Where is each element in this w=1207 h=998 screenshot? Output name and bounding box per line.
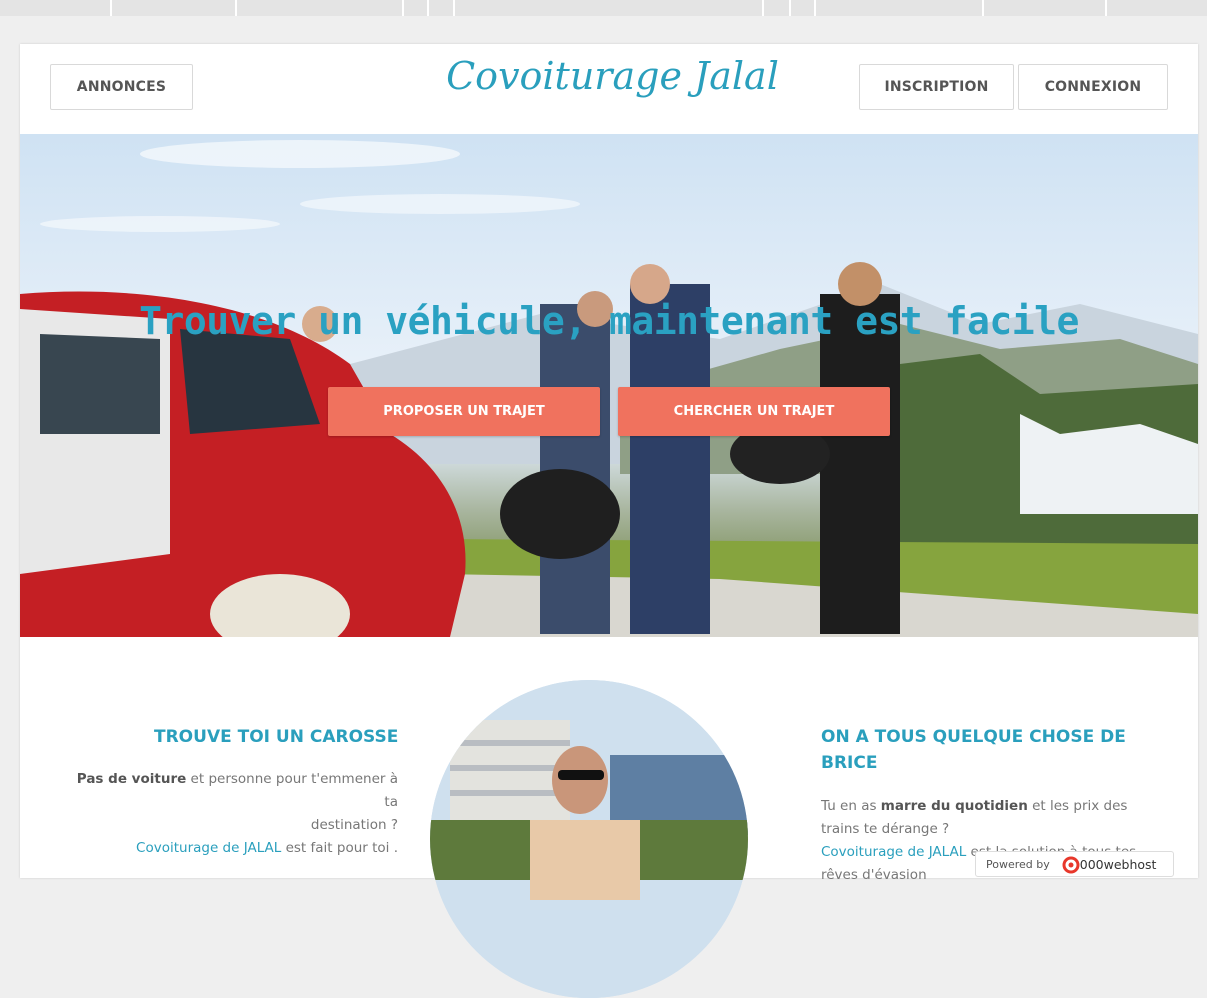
right-text-line2: trains te dérange ? (821, 821, 950, 837)
proposer-trajet-button[interactable]: PROPOSER UN TRAJET (328, 387, 600, 436)
webhost-name: 000webhost (1079, 856, 1157, 872)
left-text-line2: destination ? (310, 817, 398, 833)
powered-by-text: Powered by (986, 857, 1050, 871)
hero-banner: Trouver un véhicule, maintenant est faci… (20, 134, 1198, 637)
powered-by-badge[interactable]: Powered by 000webhost (975, 851, 1174, 877)
right-bold-phrase: marre du quotidien (880, 798, 1028, 814)
hero-title: Trouver un véhicule, maintenant est faci… (139, 299, 1079, 343)
right-text-pre: Tu en as (821, 798, 881, 814)
left-section-text: Pas de voiture et personne pour t'emmene… (60, 768, 398, 860)
left-covoiturage-link[interactable]: Covoiturage de JALAL (136, 840, 281, 856)
hero-photo (20, 140, 1198, 637)
profile-photo (430, 680, 748, 998)
right-title-line2: BRICE (821, 753, 878, 773)
right-text-line1: et les prix des (1027, 798, 1128, 814)
right-section-title: ON A TOUS QUELQUE CHOSE DE BRICE (821, 724, 1126, 776)
right-covoiturage-link[interactable]: Covoiturage de JALAL (821, 844, 966, 860)
left-bold-phrase: Pas de voiture (76, 771, 187, 787)
left-text-line3: est fait pour toi . (281, 840, 398, 856)
annonces-button[interactable]: ANNONCES (50, 64, 193, 110)
site-logo[interactable]: Covoiturage Jalal (440, 54, 785, 98)
browser-tab-strip (0, 0, 1207, 16)
inscription-button[interactable]: INSCRIPTION (859, 64, 1014, 110)
connexion-button[interactable]: CONNEXION (1018, 64, 1168, 110)
left-text-line1: et personne pour t'emmener à ta (186, 771, 398, 810)
000webhost-logo-icon (1062, 856, 1082, 877)
chercher-trajet-button[interactable]: CHERCHER UN TRAJET (618, 387, 890, 436)
left-section-title: TROUVE TOI UN CAROSSE (154, 727, 399, 747)
right-title-line1: ON A TOUS QUELQUE CHOSE DE (821, 727, 1126, 747)
